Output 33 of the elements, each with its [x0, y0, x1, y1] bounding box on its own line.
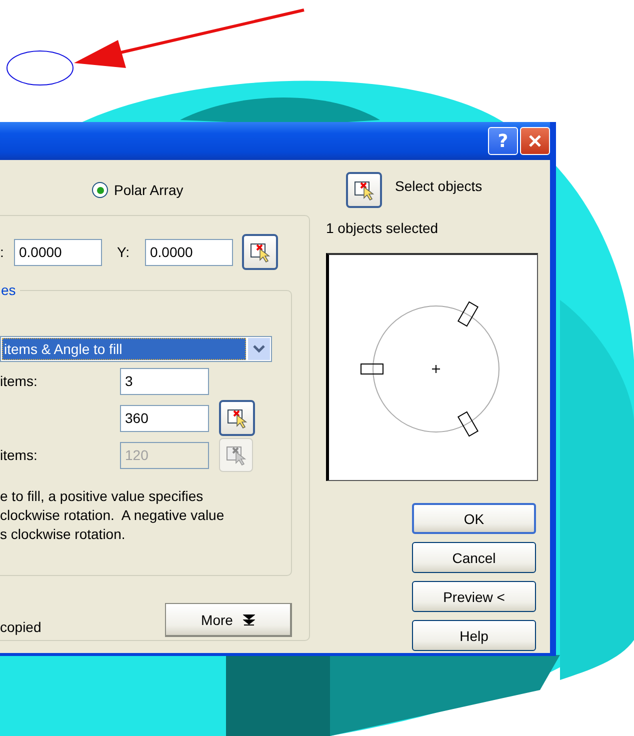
dialog-button[interactable]: Preview <: [412, 581, 536, 612]
close-icon: [527, 133, 543, 149]
help-text: e to fill, a positive value specifies clockwise rotation. A negative value s clockwise rotation.: [0, 487, 226, 544]
chevron-down-icon: [253, 345, 265, 353]
polar-array-radio[interactable]: Polar Array: [92, 178, 184, 202]
y-field[interactable]: 0.0000: [145, 238, 233, 266]
pick-point-button[interactable]: [219, 400, 255, 436]
selection-count: 1 objects selected: [326, 220, 440, 238]
pick-cursor-icon: [249, 241, 271, 263]
x-label: :: [0, 244, 5, 260]
help-button[interactable]: ?: [488, 127, 518, 155]
pick-cursor-icon: [225, 444, 247, 466]
dialog-button[interactable]: Help: [412, 620, 536, 651]
ellipse-shape: [6, 50, 74, 86]
pick-point-button[interactable]: [242, 234, 278, 270]
dialog-button[interactable]: OK: [412, 503, 536, 534]
field-label: items:: [0, 447, 38, 463]
dialog-button[interactable]: Cancel: [412, 542, 536, 573]
x-field[interactable]: 0.0000: [14, 238, 102, 266]
close-button[interactable]: [520, 127, 550, 155]
more-button[interactable]: More: [165, 603, 292, 637]
pick-cursor-icon: [226, 407, 248, 429]
number-field[interactable]: 360: [120, 404, 209, 432]
group-title: es: [0, 282, 17, 298]
number-field[interactable]: 3: [120, 368, 209, 394]
field-label: items:: [0, 373, 38, 389]
select-objects-label: Select objects: [395, 178, 482, 194]
y-label: Y:: [117, 244, 130, 260]
pick-point-button[interactable]: [346, 172, 382, 208]
pick-cursor-icon: [353, 179, 375, 201]
double-chevron-down-icon: [242, 614, 255, 626]
copy-option-label: copied: [0, 619, 42, 635]
method-dropdown[interactable]: items & Angle to fill: [0, 336, 272, 362]
